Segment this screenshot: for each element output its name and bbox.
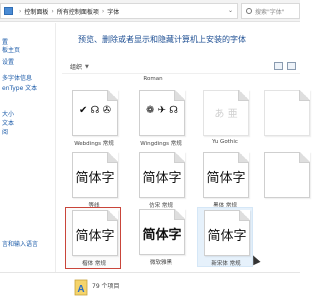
font-label-roman: Roman (143, 76, 163, 82)
font-tile-heiti[interactable]: 简体字 黑体 常规 (197, 150, 253, 210)
search-input[interactable]: 搜索"字体" (241, 3, 300, 19)
control-panel-icon (4, 7, 13, 15)
chevron-right-icon[interactable]: › (102, 8, 104, 15)
font-tile-microsoft-yahei[interactable]: 简体字 微软雅黑 (133, 207, 189, 267)
nav-item-read[interactable]: 阅 (2, 127, 8, 136)
font-preview: 简体字 (206, 171, 246, 186)
nav-item-size[interactable]: 大小 (2, 109, 14, 118)
chevron-right-icon[interactable]: › (19, 8, 21, 15)
font-preview: 简体字 (75, 229, 115, 244)
font-label: Yu Gothic (212, 139, 238, 145)
font-preview: 简体字 (142, 171, 182, 186)
font-tile-fangsong[interactable]: 简体字 仿宋 常规 (133, 150, 189, 210)
font-tile-yu-gothic[interactable]: あ 亜 Yu Gothic (197, 88, 253, 148)
chevron-down-icon[interactable]: ⌄ (228, 7, 233, 14)
font-tile-dengxian[interactable]: 简体字 等线 (66, 150, 122, 210)
toolbar: 组织 ▼ (62, 60, 300, 74)
nav-item-more-font-info[interactable]: 多字体信息 (2, 73, 32, 82)
font-label: 楷体 常规 (82, 261, 106, 267)
font-preview: 简体字 (207, 229, 247, 244)
nav-item-text[interactable]: 文本 (2, 118, 14, 127)
item-count: 79 个项目 (92, 283, 120, 290)
font-file-icon (264, 90, 310, 136)
breadcrumb-all-items[interactable]: 所有控制面板项 (57, 7, 99, 16)
font-tile-nsimsun[interactable]: 简体字 新宋体 常规 (197, 207, 253, 267)
breadcrumb-fonts[interactable]: 字体 (107, 7, 119, 16)
font-label: 微软雅黑 (149, 260, 172, 266)
font-file-icon: 简体字 (139, 152, 185, 198)
font-tile-kaiti[interactable]: 简体字 楷体 常规 (65, 207, 121, 269)
font-file-icon: 简体字 (203, 152, 249, 198)
font-label: Webdings 常规 (74, 141, 114, 147)
nav-item-font-settings[interactable]: 设置 (2, 57, 14, 66)
nav-item-home[interactable]: 板主页 (2, 45, 20, 54)
font-file-icon (264, 152, 310, 198)
view-icon[interactable] (274, 62, 283, 70)
font-preview: ✔ ☊ ✇ (79, 105, 111, 116)
navigation-pane: 置 板主页 设置 多字体信息 enType 文本 大小 文本 阅 言和输入语言 (0, 23, 56, 300)
font-tile-wingdings[interactable]: ❁ ✈ ☊ Wingdings 常规 (133, 88, 189, 148)
status-bar: A 79 个项目 (0, 272, 300, 300)
font-preview: ❁ ✈ ☊ (146, 105, 178, 116)
address-bar: › 控制面板 › 所有控制面板项 › 字体 ⌄ 搜索"字体" (0, 0, 300, 22)
breadcrumb[interactable]: › 控制面板 › 所有控制面板项 › 字体 ⌄ (0, 3, 238, 19)
details-pane-icon[interactable] (287, 62, 296, 70)
organize-button[interactable]: 组织 (62, 62, 82, 71)
font-file-icon: 简体字 (204, 210, 250, 256)
font-folder-icon: A (74, 279, 88, 296)
font-tile-partial[interactable] (258, 88, 314, 148)
font-file-icon: あ 亜 (203, 90, 249, 136)
font-label: Wingdings 常规 (140, 141, 182, 147)
font-file-icon: ❁ ✈ ☊ (139, 90, 185, 136)
nav-item-cleartype[interactable]: enType 文本 (2, 83, 37, 92)
font-label: 新宋体 常规 (211, 261, 241, 267)
font-preview: 简体字 (75, 171, 115, 186)
search-placeholder: 搜索"字体" (255, 8, 285, 16)
font-tile-webdings[interactable]: ✔ ☊ ✇ Webdings 常规 (66, 88, 122, 148)
font-preview: 简体字 (142, 228, 182, 243)
nav-item-language[interactable]: 言和输入语言 (2, 239, 38, 248)
font-tile-partial[interactable] (258, 150, 314, 210)
chevron-right-icon[interactable]: › (51, 8, 53, 15)
font-file-icon: 简体字 (72, 152, 118, 198)
svg-text:A: A (77, 284, 84, 295)
font-file-icon: ✔ ☊ ✇ (72, 90, 118, 136)
font-preview: あ 亜 (214, 109, 238, 120)
search-icon (246, 8, 252, 14)
page-title: 预览、删除或者显示和隐藏计算机上安装的字体 (78, 35, 246, 44)
chevron-down-icon[interactable]: ▼ (85, 64, 89, 70)
breadcrumb-control-panel[interactable]: 控制面板 (24, 7, 48, 16)
font-file-icon: 简体字 (139, 209, 185, 255)
font-file-icon: 简体字 (72, 210, 118, 256)
